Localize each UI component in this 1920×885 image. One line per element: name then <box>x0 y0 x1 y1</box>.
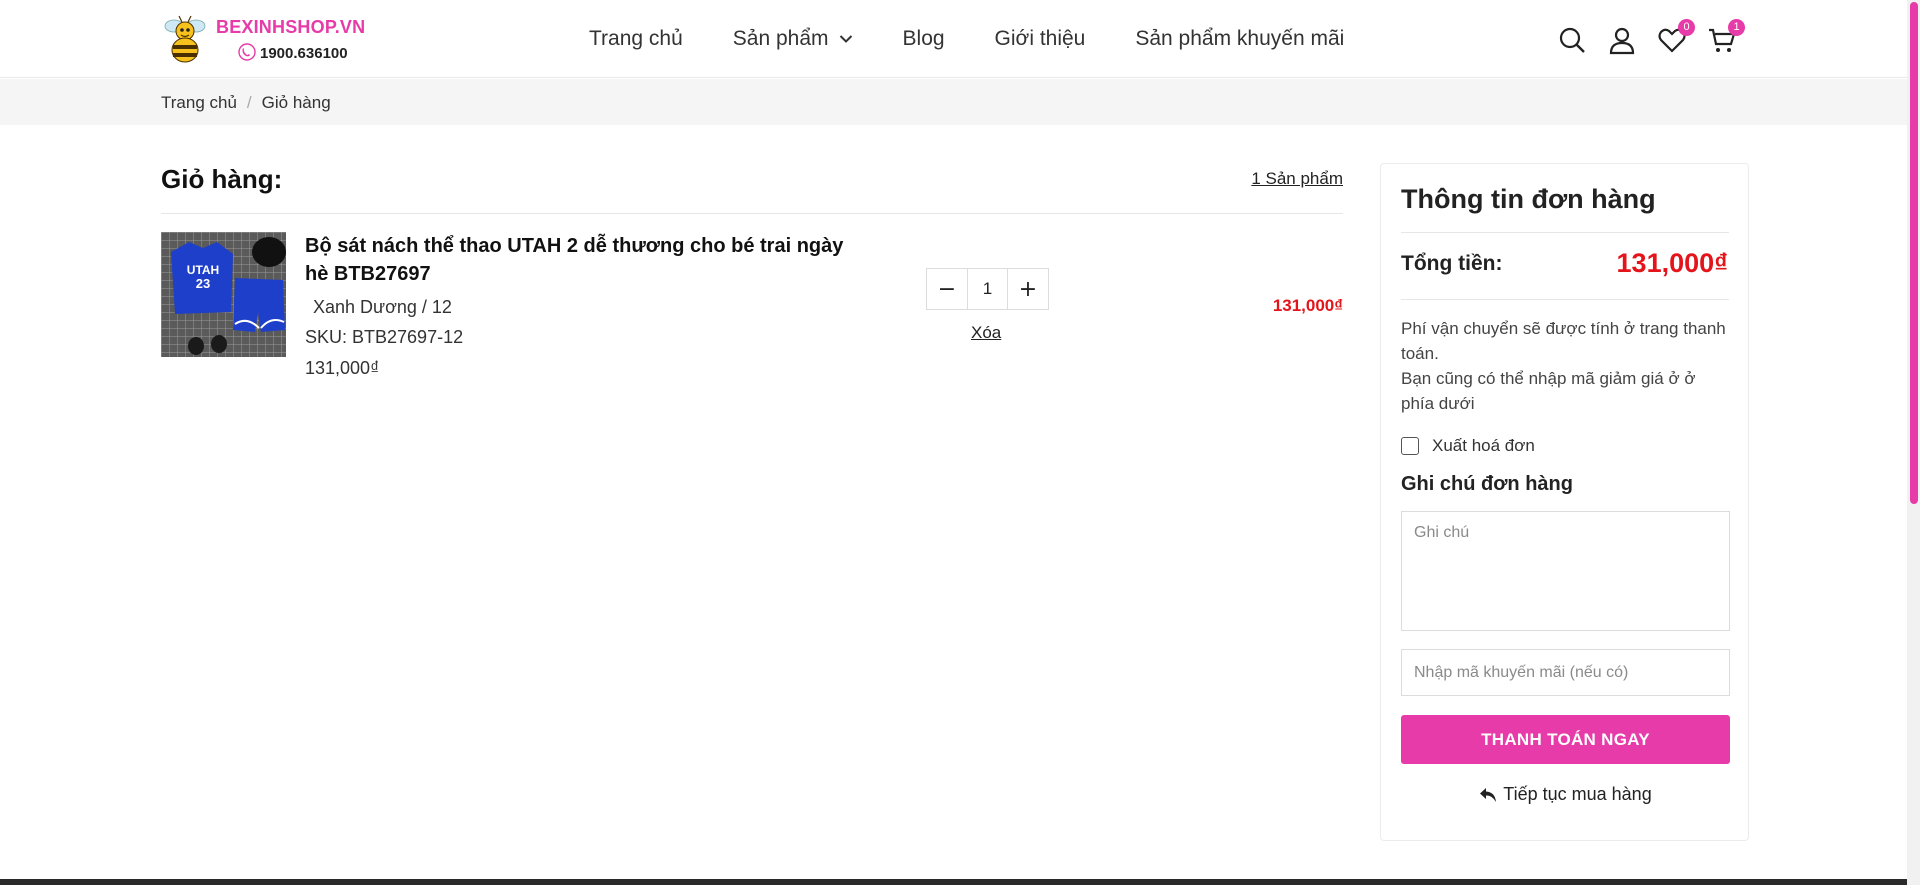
product-variant: Xanh Dương / 12 <box>313 297 452 317</box>
continue-shopping-link[interactable]: Tiếp tục mua hàng <box>1381 784 1750 805</box>
wishlist-button[interactable]: 0 <box>1657 19 1695 55</box>
nav-blog[interactable]: Blog <box>903 27 945 51</box>
invoice-option[interactable]: Xuất hoá đơn <box>1401 436 1535 456</box>
phone-icon <box>238 43 256 61</box>
quantity-stepper: − 1 + <box>926 268 1049 310</box>
order-note-title: Ghi chú đơn hàng <box>1401 473 1573 495</box>
cart-button[interactable]: 1 <box>1707 19 1745 55</box>
total-label: Tổng tiền: <box>1401 252 1503 275</box>
site-header: BEXINHSHOP.VN 1900.636100 Trang chủ Sản … <box>0 0 1920 78</box>
promo-code-input[interactable] <box>1401 649 1730 696</box>
search-button[interactable] <box>1557 25 1587 55</box>
product-name[interactable]: Bộ sát nách thể thao UTAH 2 dễ thương ch… <box>305 232 865 288</box>
product-sku: SKU: BTB27697-12 <box>305 327 464 347</box>
product-image: UTAH 23 <box>161 232 286 357</box>
nav-about[interactable]: Giới thiệu <box>995 27 1086 51</box>
quantity-decrease-button[interactable]: − <box>927 269 967 309</box>
cart-title: Giỏ hàng: <box>161 164 283 194</box>
hotline-number: 1900.636100 <box>260 45 348 62</box>
scrollbar-thumb[interactable] <box>1910 2 1918 504</box>
brand-name: BEXINHSHOP.VN <box>216 17 366 37</box>
continue-shopping-label: Tiếp tục mua hàng <box>1503 784 1652 804</box>
wishlist-count-badge: 0 <box>1678 19 1695 36</box>
invoice-label: Xuất hoá đơn <box>1432 436 1535 455</box>
breadcrumb: Trang chủ / Giỏ hàng <box>161 93 331 113</box>
cart-count-badge: 1 <box>1728 19 1745 36</box>
breadcrumb-home[interactable]: Trang chủ <box>161 93 237 113</box>
cart-divider <box>161 213 1343 214</box>
jersey-number: 23 <box>196 276 210 291</box>
cart-item-count[interactable]: 1 Sản phẩm <box>1251 169 1343 189</box>
main-nav: Trang chủ Sản phẩm Blog Giới thiệu Sản p… <box>589 25 1394 53</box>
checkout-button[interactable]: THANH TOÁN NGAY <box>1401 715 1730 764</box>
site-logo[interactable]: BEXINHSHOP.VN 1900.636100 <box>160 12 365 66</box>
breadcrumb-bar: Trang chủ / Giỏ hàng <box>0 79 1920 125</box>
shipping-note-line: Phí vận chuyển sẽ được tính ở trang than… <box>1401 319 1726 363</box>
quantity-value[interactable]: 1 <box>967 269 1008 309</box>
account-button[interactable] <box>1607 25 1637 55</box>
reply-arrow-icon <box>1480 787 1497 802</box>
summary-divider <box>1401 232 1729 233</box>
shipping-note: Phí vận chuyển sẽ được tính ở trang than… <box>1401 316 1731 416</box>
order-summary-panel: Thông tin đơn hàng Tổng tiền: 131,000₫ P… <box>1380 163 1749 841</box>
breadcrumb-current: Giỏ hàng <box>261 93 331 112</box>
page-scrollbar[interactable] <box>1907 0 1920 885</box>
chevron-down-icon <box>839 35 852 43</box>
order-note-field[interactable] <box>1401 511 1730 631</box>
search-icon <box>1559 27 1585 53</box>
breadcrumb-separator: / <box>246 93 252 112</box>
product-thumbnail[interactable]: UTAH 23 <box>161 232 286 357</box>
user-icon <box>1609 27 1635 55</box>
nav-home[interactable]: Trang chủ <box>589 27 683 51</box>
summary-divider <box>1401 299 1729 300</box>
product-unit-price: 131,000₫ <box>305 358 380 378</box>
header-actions: 0 1 <box>1557 19 1745 56</box>
nav-products-label: Sản phẩm <box>732 27 829 50</box>
footer-top-edge <box>0 879 1907 885</box>
remove-item-link[interactable]: Xóa <box>971 323 1001 343</box>
bee-mascot-icon <box>164 15 206 63</box>
quantity-increase-button[interactable]: + <box>1008 269 1048 309</box>
invoice-checkbox[interactable] <box>1401 437 1419 455</box>
line-total-price: 131,000₫ <box>1272 296 1343 315</box>
nav-products[interactable]: Sản phẩm <box>733 27 853 51</box>
order-summary-title: Thông tin đơn hàng <box>1401 184 1656 214</box>
total-amount: 131,000₫ <box>1616 248 1728 278</box>
jersey-text: UTAH <box>187 263 219 277</box>
coupon-note-line: Bạn cũng có thể nhập mã giảm giá ở ở phí… <box>1401 369 1696 413</box>
nav-promotions[interactable]: Sản phẩm khuyến mãi <box>1135 27 1344 51</box>
